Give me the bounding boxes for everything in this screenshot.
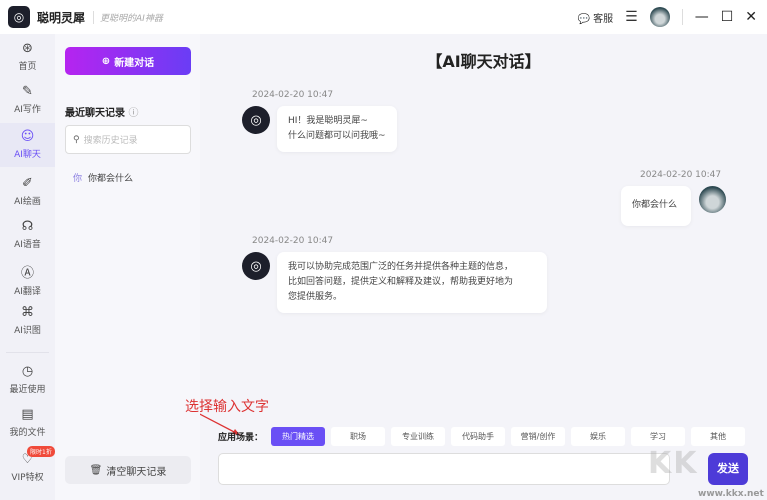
translate-icon: Ⓐ [20, 266, 34, 281]
nav-label: AI聊天 [14, 150, 41, 160]
new-chat-label: 新建对话 [114, 57, 155, 69]
scene-label: 应用场景： [218, 433, 264, 443]
nav-label: 我的文件 [9, 428, 46, 438]
user-message: 你都会什么 [621, 186, 691, 226]
nav-label: VIP特权 [11, 473, 44, 483]
minimize-button[interactable]: — [695, 9, 709, 25]
scene-chip[interactable]: 学习 [631, 427, 686, 446]
history-title: 最近聊天记录 ⓘ [65, 104, 138, 119]
message-line: 您提供服务。 [288, 292, 343, 302]
help-icon[interactable]: ⓘ [128, 108, 138, 119]
user-avatar[interactable] [649, 7, 670, 27]
app-slogan: 更聪明的AI神器 [93, 10, 163, 24]
brush-icon: ✐ [22, 176, 33, 191]
chat-icon: ☺ [20, 129, 35, 144]
history-item-text: 你都会什么 [88, 174, 134, 184]
nav-ai-writing[interactable]: ✎ AI写作 [0, 84, 55, 120]
nav-ai-image-recognition[interactable]: ⌘ AI识图 [0, 305, 55, 341]
nav-label: AI识图 [14, 326, 41, 336]
bot-message: HI！我是聪明灵犀~ 什么问题都可以问我哦~ [277, 106, 397, 152]
history-panel: ⊕ 新建对话 最近聊天记录 ⓘ ⚲ 搜索历史记录 你你都会什么 🗑 清空聊天记录 [55, 34, 200, 500]
nav-ai-voice[interactable]: ☊ AI语音 [0, 219, 55, 255]
history-item-icon: 你 [73, 174, 83, 184]
nav-ai-drawing[interactable]: ✐ AI绘画 [0, 176, 55, 212]
nav-label: 最近使用 [9, 385, 46, 395]
message-time: 2024-02-20 10:47 [640, 170, 722, 180]
user-avatar [699, 186, 726, 213]
clear-history-label: 清空聊天记录 [106, 466, 167, 478]
message-time: 2024-02-20 10:47 [252, 90, 334, 100]
trash-icon: 🗑 [89, 464, 103, 476]
home-icon: ⊛ [22, 41, 33, 56]
scene-chip[interactable]: 热门精选 [271, 427, 326, 446]
chat-title: 【AI聊天对话】 [426, 52, 541, 71]
nav-label: AI绘画 [14, 197, 41, 207]
search-placeholder: 搜索历史记录 [83, 136, 138, 146]
scene-chip[interactable]: 代码助手 [451, 427, 506, 446]
nav-divider [6, 352, 49, 353]
history-title-text: 最近聊天记录 [65, 108, 125, 119]
service-label: 客服 [593, 13, 614, 25]
message-time: 2024-02-20 10:47 [252, 236, 334, 246]
message-line: 我可以协助完成范围广泛的任务并提供各种主题的信息， [288, 262, 514, 272]
watermark-url: www.kkx.net [698, 489, 764, 499]
scene-chip[interactable]: 其他 [691, 427, 746, 446]
message-line: 比如回答问题，提供定义和解释及建议，帮助我更好地为 [288, 277, 514, 287]
sidebar-nav: ⊛ 首页 ✎ AI写作 ☺ AI聊天 ✐ AI绘画 ☊ AI语音 Ⓐ AI翻译 ⌘ AI识图 … [0, 34, 55, 500]
scene-chip[interactable]: 职场 [331, 427, 386, 446]
history-search-input[interactable]: ⚲ 搜索历史记录 [65, 125, 191, 154]
scene-chip[interactable]: 营销/创作 [511, 427, 566, 446]
nav-home[interactable]: ⊛ 首页 [0, 41, 55, 77]
nav-recent[interactable]: ◷ 最近使用 [0, 364, 55, 400]
plus-circle-icon: ⊕ [101, 55, 111, 67]
clear-history-button[interactable]: 🗑 清空聊天记录 [65, 456, 191, 484]
headphones-icon: ☊ [21, 219, 34, 234]
watermark-logo: KK [648, 446, 699, 481]
file-icon: ▤ [21, 407, 34, 422]
chat-bubble-icon: 💬 [577, 13, 590, 25]
nav-ai-chat[interactable]: ☺ AI聊天 [0, 123, 55, 167]
chat-main: 【AI聊天对话】 2024-02-20 10:47 ◎ HI！我是聪明灵犀~ 什么… [185, 34, 767, 500]
bot-message: 我可以协助完成范围广泛的任务并提供各种主题的信息， 比如回答问题，提供定义和解释及… [277, 252, 547, 313]
message-line: 什么问题都可以问我哦~ [288, 131, 386, 141]
nav-label: 首页 [18, 62, 37, 72]
close-button[interactable]: ✕ [745, 9, 757, 25]
nav-ai-translate[interactable]: Ⓐ AI翻译 [0, 262, 55, 298]
divider [681, 9, 683, 25]
nav-vip[interactable]: 限时1折 ♡ VIP特权 [0, 446, 55, 488]
bot-avatar: ◎ [242, 252, 270, 280]
discount-badge: 限时1折 [27, 446, 55, 457]
clock-icon: ◷ [21, 364, 34, 379]
app-logo-icon: ◎ [8, 6, 30, 28]
maximize-button[interactable]: ☐ [721, 9, 734, 25]
menu-icon[interactable]: ☰ [625, 9, 638, 25]
scene-chip[interactable]: 娱乐 [571, 427, 626, 446]
scene-chip[interactable]: 专业训练 [391, 427, 446, 446]
nav-label: AI语音 [14, 240, 41, 250]
nav-label: AI翻译 [14, 287, 41, 297]
bot-avatar: ◎ [242, 106, 270, 134]
new-chat-button[interactable]: ⊕ 新建对话 [65, 47, 191, 75]
title-bar: ◎ 聪明灵犀 更聪明的AI神器 💬 客服 ☰ — ☐ ✕ [0, 0, 767, 34]
nav-label: AI写作 [14, 105, 41, 115]
message-line: HI！我是聪明灵犀~ [288, 116, 368, 126]
search-icon: ⚲ [73, 134, 80, 145]
message-line: 你都会什么 [632, 200, 678, 210]
scan-icon: ⌘ [21, 305, 34, 320]
pen-icon: ✎ [22, 84, 33, 99]
customer-service-button[interactable]: 💬 客服 [578, 10, 614, 25]
message-input[interactable] [218, 453, 670, 485]
history-item[interactable]: 你你都会什么 [73, 171, 133, 184]
scene-selector: 应用场景： 热门精选 职场 专业训练 代码助手 营销/创作 娱乐 学习 其他 [218, 427, 746, 446]
send-button[interactable]: 发送 [708, 453, 748, 485]
app-name: 聪明灵犀 [37, 10, 86, 25]
nav-my-files[interactable]: ▤ 我的文件 [0, 407, 55, 443]
